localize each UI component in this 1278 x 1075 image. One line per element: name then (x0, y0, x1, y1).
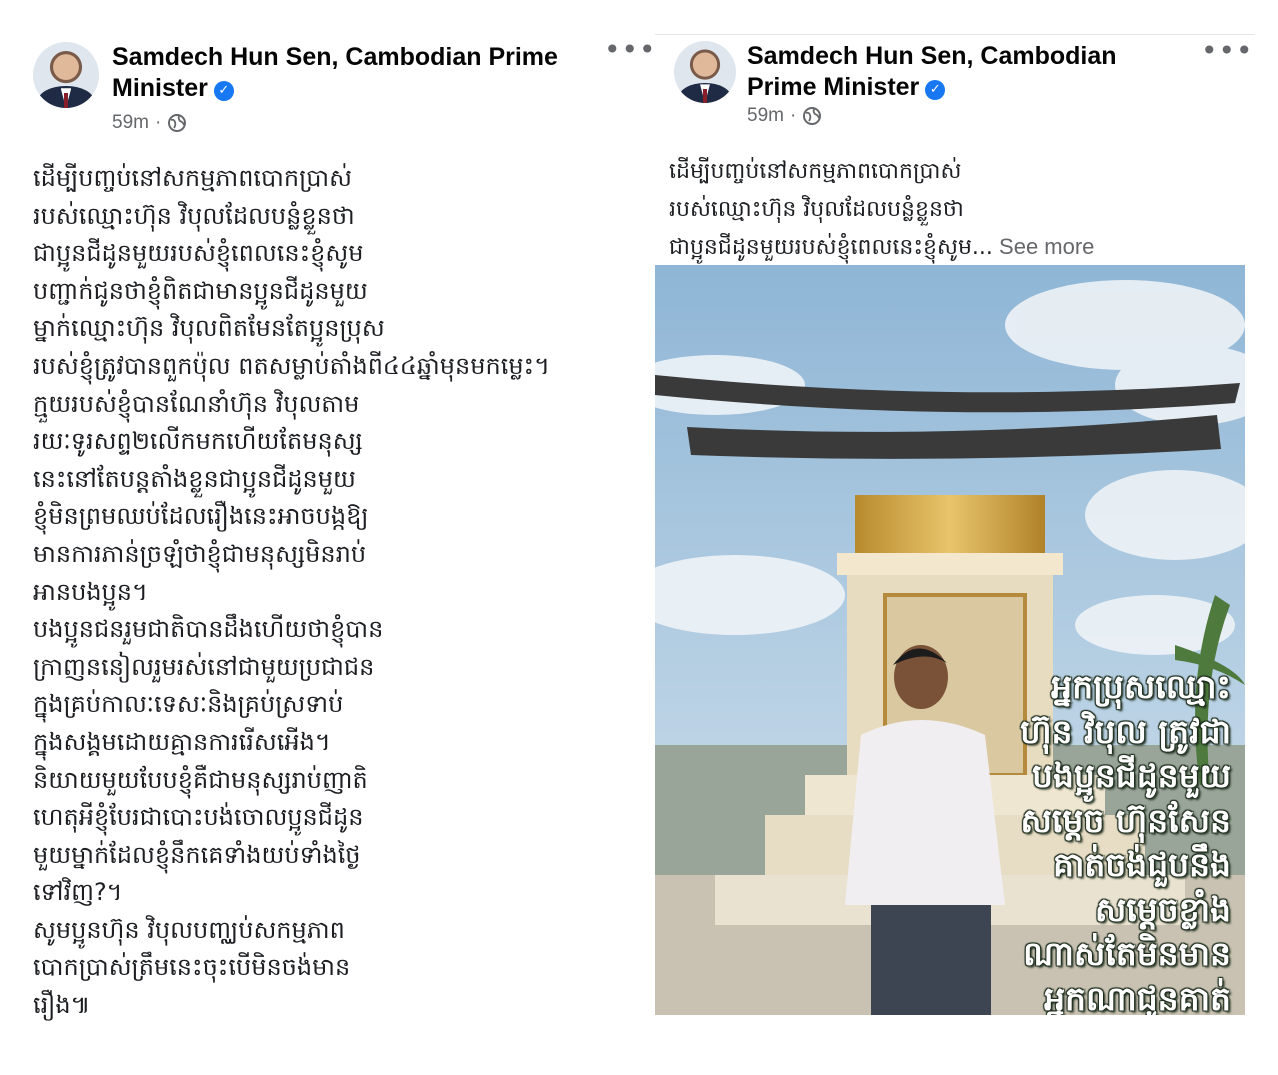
body-line: រឿង៕ (33, 991, 91, 1020)
post-meta: 59m · (747, 105, 822, 127)
body-line: ដើម្បីបញ្ចប់នៅសកម្មភាពបោកប្រាស់ (669, 159, 962, 184)
body-line: មានការភាន់ច្រឡំថាខ្ញុំជាមនុស្សមិនរាប់ (33, 539, 367, 568)
author-name-text[interactable]: Samdech Hun Sen, Cambodian Prime Ministe… (112, 43, 558, 102)
body-line: រយៈទូរសព្ទ២លើកមកហើយតែមនុស្ស (33, 427, 363, 456)
avatar-tie (64, 93, 68, 108)
body-line-text: ជាប្អូនជីដូនមួយរបស់ខ្ញុំពេលនេះខ្ញុំសូម..… (669, 235, 993, 260)
body-line: នេះនៅតែបន្តតាំងខ្លួនជាប្អូនជីដូនមួយ (33, 464, 356, 493)
photo-caption-overlay: អ្នកប្រុសឈ្មោះ ហ៊ុន វិបុល ត្រូវជា បងប្អូ… (981, 665, 1231, 1015)
body-line: ជាប្អូនជីដូនមួយរបស់ខ្ញុំពេលនេះខ្ញុំសូម..… (669, 228, 1249, 267)
overlay-line: អ្នកប្រុសឈ្មោះ (1051, 667, 1231, 706)
body-line: ក្មួយរបស់ខ្ញុំបានណែនាំហ៊ុន វិបុលតាម (33, 389, 360, 418)
post-timestamp[interactable]: 59m (112, 112, 149, 134)
body-line: បងប្អូនជនរួមជាតិបានដឹងហើយថាខ្ញុំបាន (33, 615, 384, 644)
body-line: ទៅវិញ?។ (33, 878, 123, 907)
body-line: ម្នាក់ឈ្មោះហ៊ុន វិបុលពិតមែនតែប្អូនប្រុស (33, 314, 385, 343)
body-line: អានបងប្អូន។ (33, 577, 148, 606)
body-line: របស់ឈ្មោះហ៊ុន វិបុលដែលបន្លំខ្លួនថា (33, 201, 355, 230)
verified-badge-icon: ✓ (213, 81, 234, 101)
author-avatar[interactable] (33, 42, 99, 108)
facebook-post-expanded: Samdech Hun Sen, Cambodian Prime Ministe… (0, 0, 656, 1075)
post-meta: 59m · (112, 112, 187, 134)
overlay-line: សម្តេចខ្លាំង (1094, 889, 1231, 929)
body-line: មួយម្នាក់ដែលខ្ញុំនឹកគេទាំងយប់ទាំងថ្ងៃ (33, 840, 361, 869)
body-line: ក្នុងសង្គមដោយគ្មានការរើសអើង។ (33, 727, 331, 756)
globe-icon (803, 107, 822, 125)
body-line: និយាយមួយបែបខ្ញុំគឺជាមនុស្សរាប់ញាតិ (33, 765, 368, 794)
globe-icon (168, 114, 187, 132)
overlay-line: អ្នកណាជូនគាត់ (1044, 978, 1231, 1016)
body-line: ជាប្អូនជីដូនមួយរបស់ខ្ញុំពេលនេះខ្ញុំសូម (33, 239, 364, 268)
body-line: ក្នុងគ្រប់កាលៈទេសៈនិងគ្រប់ស្រទាប់ (33, 690, 344, 719)
verified-badge-icon: ✓ (925, 80, 946, 100)
more-options-icon[interactable]: ••• (604, 36, 657, 64)
body-line: សូមប្អូនហ៊ុន វិបុលបញ្ឈប់សកម្មភាព (33, 915, 345, 944)
body-line: បោកប្រាស់ត្រឹមនេះចុះបើមិនចង់មាន (33, 953, 351, 982)
facebook-post-collapsed: Samdech Hun Sen, Cambodian Prime Ministe… (655, 34, 1255, 1025)
body-line: ខ្ញុំមិនព្រមឈប់ដែលរឿងនេះអាចបង្កឱ្យ (33, 502, 369, 531)
more-options-icon[interactable]: ••• (1201, 37, 1254, 65)
post-photo[interactable]: អ្នកប្រុសឈ្មោះ ហ៊ុន វិបុល ត្រូវជា បងប្អូ… (655, 265, 1245, 1015)
body-line: របស់ខ្ញុំត្រូវបានពួកប៉ុល ពតសម្លាប់តាំងពី… (33, 351, 550, 380)
author-name[interactable]: Samdech Hun Sen, Cambodian Prime Ministe… (747, 41, 1187, 103)
body-line: បញ្ជាក់ជូនថាខ្ញុំពិតជាមានប្អូនជីដូនមួយ (33, 276, 368, 305)
author-name[interactable]: Samdech Hun Sen, Cambodian Prime Ministe… (112, 42, 582, 104)
post-body-text: ដើម្បីបញ្ចប់នៅសកម្មភាពបោកប្រាស់ របស់ឈ្មោ… (33, 160, 623, 1025)
avatar-tie (703, 89, 707, 103)
overlay-line: សម្តេច ហ៊ុនសែន (1020, 800, 1232, 840)
overlay-line: ហ៊ុន វិបុល ត្រូវជា (1020, 711, 1231, 751)
overlay-line: គាត់ចង់ជួបនឹង (1052, 845, 1231, 884)
overlay-line: បងប្អូនជីដូនមួយ (1032, 756, 1231, 795)
body-line: របស់ឈ្មោះហ៊ុន វិបុលដែលបន្លំខ្លួនថា (669, 196, 964, 222)
body-line: ក្រាញននៀលរួមរស់នៅជាមួយប្រជាជន (33, 652, 375, 681)
meta-separator: · (789, 105, 797, 126)
body-line: ហេតុអីខ្ញុំបែរជាបោះបង់ចោលប្អូនជីដូន (33, 803, 364, 832)
meta-separator: · (154, 112, 162, 133)
post-body-text: ដើម្បីបញ្ចប់នៅសកម្មភាពបោកប្រាស់ របស់ឈ្មោ… (669, 153, 1249, 267)
body-line: ដើម្បីបញ្ចប់នៅសកម្មភាពបោកប្រាស់ (33, 164, 352, 192)
see-more-link[interactable]: See more (993, 234, 1094, 259)
post-timestamp[interactable]: 59m (747, 105, 784, 127)
overlay-line: ណាស់តែមិនមាន (1023, 934, 1231, 973)
author-avatar[interactable] (674, 41, 736, 103)
